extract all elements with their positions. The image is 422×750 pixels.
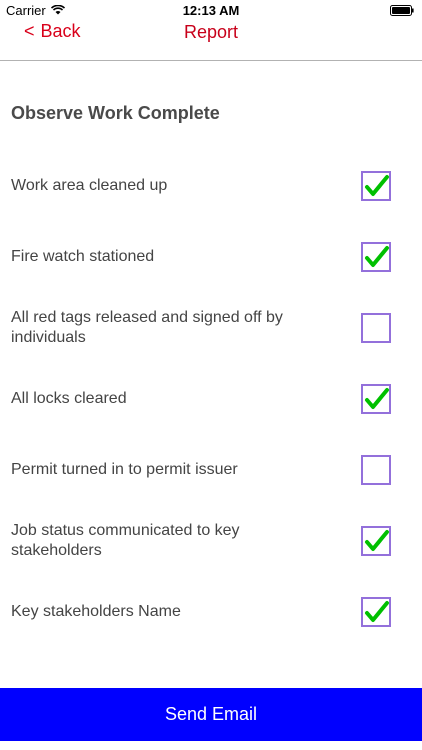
checkbox[interactable]	[361, 242, 391, 272]
checkbox[interactable]	[361, 597, 391, 627]
checkbox[interactable]	[361, 171, 391, 201]
send-email-button[interactable]: Send Email	[0, 688, 422, 741]
checkmark-icon	[365, 530, 389, 551]
checkbox[interactable]	[361, 455, 391, 485]
checklist-item-label: Fire watch stationed	[11, 248, 155, 265]
checklist-item-label: Work area cleaned up	[11, 177, 168, 194]
checklist-row: Fire watch stationed	[0, 232, 422, 282]
checklist-item-label: Permit turned in to permit issuer	[11, 461, 238, 478]
checklist-item-label: All locks cleared	[11, 390, 127, 407]
checklist-row: Work area cleaned up	[0, 161, 422, 211]
checkmark-icon	[365, 175, 389, 196]
checklist-item-label: Key stakeholders Name	[11, 603, 181, 620]
checkmark-icon	[365, 246, 389, 267]
status-bar: Carrier 12:13 AM	[0, 0, 422, 20]
checklist-item-label: Job status communicated to key stakehold…	[11, 522, 240, 559]
checklist-row: Key stakeholders Name	[0, 587, 422, 637]
checkbox[interactable]	[361, 384, 391, 414]
checkmark-icon	[365, 388, 389, 409]
page-title: Report	[183, 22, 239, 42]
checklist-row: Job status communicated to key stakehold…	[0, 516, 422, 566]
checklist-row: Permit turned in to permit issuer	[0, 445, 422, 495]
section-title: Observe Work Complete	[11, 103, 220, 123]
checklist-item-label: All red tags released and signed off by …	[11, 309, 283, 346]
checkbox[interactable]	[361, 313, 391, 343]
navigation-bar: < Back Report	[0, 20, 422, 61]
checkbox[interactable]	[361, 526, 391, 556]
battery-icon	[390, 5, 414, 16]
checklist-row: All red tags released and signed off by …	[0, 303, 422, 353]
checkmark-icon	[365, 601, 389, 622]
checklist-row: All locks cleared	[0, 374, 422, 424]
status-time: 12:13 AM	[182, 3, 240, 18]
